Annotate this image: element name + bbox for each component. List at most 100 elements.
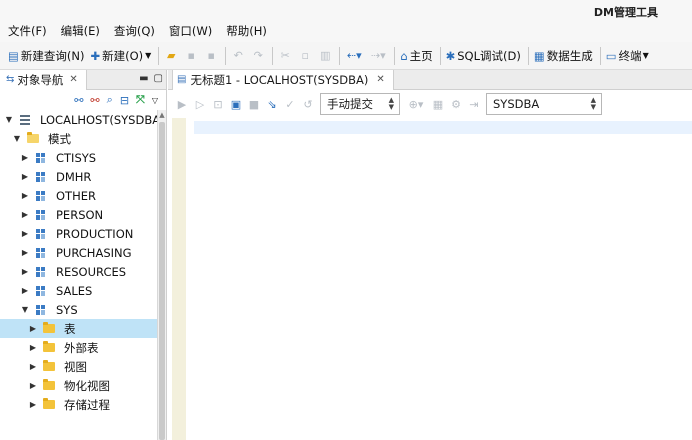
open-folder-icon[interactable]: ▰ (164, 49, 178, 63)
history-icon[interactable]: ▦ (432, 98, 444, 111)
schema-icon (34, 304, 48, 316)
format-icon[interactable]: ⇘ (266, 98, 278, 111)
menu-edit[interactable]: 编辑(E) (61, 23, 100, 39)
save-all-icon[interactable]: ▪ (204, 49, 218, 63)
step-icon[interactable]: ⇥ (468, 98, 480, 111)
tree-node-schema-sys[interactable]: ▼ SYS (0, 300, 166, 319)
maximize-icon[interactable]: ▢ (154, 73, 163, 84)
target-icon[interactable]: ⊕▾ (406, 98, 426, 111)
schema-label: DMHR (56, 169, 92, 184)
expand-arrow-icon[interactable]: ▶ (20, 286, 30, 295)
link-icon[interactable]: ⤧ (136, 93, 145, 107)
schema-icon (34, 285, 48, 297)
schema-icon (34, 247, 48, 259)
tree-node-schema[interactable]: ▶ DMHR (0, 167, 166, 186)
current-line-highlight[interactable] (194, 121, 692, 134)
expand-arrow-icon[interactable]: ▶ (20, 153, 30, 162)
data-gen-label: 数据生成 (546, 48, 593, 63)
expand-arrow-icon[interactable]: ▶ (28, 381, 38, 390)
tree-node-external-tables[interactable]: ▶ 外部表 (0, 338, 166, 357)
minimize-icon[interactable]: ▬ (139, 73, 148, 84)
expand-arrow-icon[interactable]: ▼ (4, 115, 14, 124)
home-button[interactable]: ⌂ 主页 (400, 48, 432, 64)
tree-node-procedures[interactable]: ▶ 存储过程 (0, 395, 166, 414)
menu-query[interactable]: 查询(Q) (114, 23, 155, 39)
cut-icon[interactable]: ✂ (278, 49, 292, 63)
view-menu-icon[interactable]: ▽ (152, 96, 158, 105)
collapse-all-icon[interactable]: ⊟ (120, 94, 129, 107)
load-script-icon[interactable]: ▣ (230, 98, 242, 111)
disconnect-icon[interactable]: ⚯ (90, 94, 99, 107)
tree-node-schema[interactable]: ▶ PRODUCTION (0, 224, 166, 243)
expand-arrow-icon[interactable]: ▶ (28, 324, 38, 333)
folder-icon (42, 360, 56, 373)
settings-icon[interactable]: ⚙ (450, 98, 462, 111)
tab-untitled-query[interactable]: ▤ 无标题1 - LOCALHOST(SYSDBA) ✕ (172, 69, 394, 90)
folder-icon (42, 379, 56, 392)
new-button[interactable]: ✚ 新建(O) ▼ (90, 48, 151, 64)
commit-mode-value: 手动提交 (327, 97, 373, 111)
schema-select[interactable]: SYSDBA ▲ ▼ (486, 93, 602, 115)
execute-icon[interactable]: ▶ (176, 98, 188, 111)
connect-icon[interactable]: ⚯ (74, 94, 83, 107)
sql-debug-button[interactable]: ✱ SQL调试(D) (446, 48, 521, 64)
expand-arrow-icon[interactable]: ▶ (20, 210, 30, 219)
menu-file[interactable]: 文件(F) (8, 23, 47, 39)
delete-icon[interactable]: ▥ (318, 49, 332, 63)
tree-node-materialized-views[interactable]: ▶ 物化视图 (0, 376, 166, 395)
separator (394, 46, 396, 65)
dropdown-arrow-icon: ▼ (642, 51, 649, 60)
navigator-tab-bar: ⇆ 对象导航 ✕ ▬ ▢ (0, 69, 166, 90)
schema-label: PURCHASING (56, 245, 132, 260)
tree-node-schema[interactable]: ▶ SALES (0, 281, 166, 300)
menu-help[interactable]: 帮助(H) (226, 23, 267, 39)
debug-icon: ✱ (445, 48, 456, 63)
spinner-arrows-icon: ▲ ▼ (590, 96, 596, 111)
scroll-up-icon[interactable]: ▲ (158, 110, 166, 120)
tree-node-schema[interactable]: ▶ PERSON (0, 205, 166, 224)
expand-arrow-icon[interactable]: ▶ (28, 400, 38, 409)
tree-node-views[interactable]: ▶ 视图 (0, 357, 166, 376)
stop-icon[interactable]: ■ (248, 98, 260, 111)
expand-arrow-icon[interactable]: ▶ (28, 343, 38, 352)
redo-icon[interactable]: ↷ (251, 49, 265, 63)
commit-mode-select[interactable]: 手动提交 ▲ ▼ (320, 93, 400, 115)
folder-icon (26, 132, 40, 145)
explain-icon[interactable]: ⊡ (212, 98, 224, 111)
search-icon[interactable]: ⌕ (107, 93, 113, 107)
expand-arrow-icon[interactable]: ▶ (20, 172, 30, 181)
close-icon[interactable]: ✕ (69, 74, 77, 85)
tree-node-schema[interactable]: ▶ PURCHASING (0, 243, 166, 262)
tree-node-schema[interactable]: ▶ CTISYS (0, 148, 166, 167)
close-icon[interactable]: ✕ (376, 74, 384, 85)
tab-object-navigator[interactable]: ⇆ 对象导航 ✕ (0, 69, 87, 90)
menu-window[interactable]: 窗口(W) (169, 23, 212, 39)
terminal-button[interactable]: ▭ 终端 ▼ (606, 48, 649, 64)
copy-icon[interactable]: ▫ (298, 49, 312, 63)
forward-icon[interactable]: ⇢▾ (369, 49, 387, 63)
tree-node-tables[interactable]: ▶ 表 (0, 319, 166, 338)
expand-arrow-icon[interactable]: ▶ (20, 229, 30, 238)
expand-arrow-icon[interactable]: ▼ (12, 134, 22, 143)
tree-node-schemas[interactable]: ▼ 模式 (0, 129, 166, 148)
execute-script-icon[interactable]: ▷ (194, 98, 206, 111)
tree-node-connection[interactable]: ▼ LOCALHOST(SYSDBA) (0, 110, 166, 129)
new-query-button[interactable]: ▤ 新建查询(N) (8, 48, 84, 64)
rollback-icon[interactable]: ↺ (302, 98, 314, 111)
navigator-tab-label: 对象导航 (17, 72, 64, 87)
scrollbar-thumb[interactable] (159, 122, 165, 440)
expand-arrow-icon[interactable]: ▶ (28, 362, 38, 371)
sql-editor-area[interactable] (168, 118, 692, 440)
commit-icon[interactable]: ✓ (284, 98, 296, 111)
expand-arrow-icon[interactable]: ▶ (20, 191, 30, 200)
navigator-scrollbar[interactable]: ▲ (157, 110, 166, 440)
undo-icon[interactable]: ↶ (231, 49, 245, 63)
expand-arrow-icon[interactable]: ▶ (20, 267, 30, 276)
tree-node-schema[interactable]: ▶ RESOURCES (0, 262, 166, 281)
back-icon[interactable]: ⇠▾ (345, 49, 363, 63)
expand-arrow-icon[interactable]: ▶ (20, 248, 30, 257)
data-gen-button[interactable]: ▦ 数据生成 (534, 48, 593, 64)
tree-node-schema[interactable]: ▶ OTHER (0, 186, 166, 205)
save-icon[interactable]: ▪ (184, 49, 198, 63)
expand-arrow-icon[interactable]: ▼ (20, 305, 30, 314)
